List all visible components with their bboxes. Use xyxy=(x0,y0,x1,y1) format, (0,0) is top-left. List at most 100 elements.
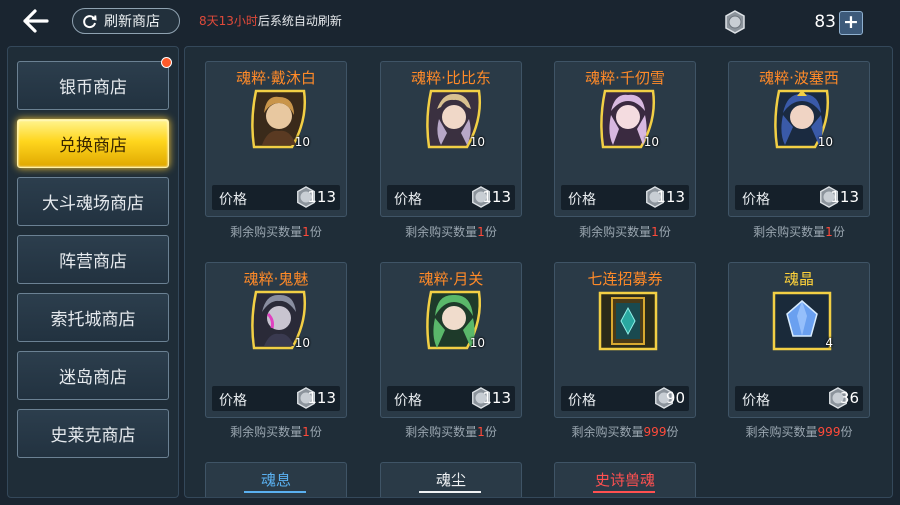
price-label: 价格 xyxy=(742,192,770,208)
price-value: 113 xyxy=(656,188,685,206)
remaining-count: 1 xyxy=(302,425,310,439)
remaining-prefix: 剩余购买数量 xyxy=(405,225,478,239)
sidebar-item-island-shop[interactable]: 迷岛商店 xyxy=(17,351,169,400)
shop-item-card[interactable]: 魂粹·比比东 10 价格 113 xyxy=(380,61,522,217)
sidebar-item-exchange-shop[interactable]: 兑换商店 xyxy=(17,119,169,168)
sidebar-item-faction-shop[interactable]: 阵营商店 xyxy=(17,235,169,284)
remaining-count: 999 xyxy=(643,425,667,439)
currency-amount: 83 xyxy=(814,12,836,32)
remaining-quantity: 剩余购买数量1份 xyxy=(544,223,706,240)
price-bar: 价格 90 xyxy=(561,386,689,411)
shop-item-card[interactable]: 魂粹·波塞西 10 价格 113 xyxy=(728,61,870,217)
item-quantity: 4 xyxy=(825,336,833,350)
hero-portrait-daimubai-icon: 10 xyxy=(248,89,310,151)
sidebar-item-label: 阵营商店 xyxy=(59,252,127,272)
remaining-prefix: 剩余购买数量 xyxy=(571,425,644,439)
price-bar: 价格 113 xyxy=(387,386,515,411)
shop-item-card[interactable]: 史诗兽魂 xyxy=(554,462,696,497)
item-name: 魂尘 xyxy=(435,471,466,489)
price-value: 36 xyxy=(839,389,859,407)
remaining-suffix: 份 xyxy=(658,225,671,239)
item-quantity: 10 xyxy=(469,336,485,350)
item-name: 魂粹·千仞雪 xyxy=(585,69,665,87)
price-value: 113 xyxy=(482,188,511,206)
sidebar-item-label: 史莱克商店 xyxy=(50,426,136,446)
shop-item-card[interactable]: 七连招募券 价格 90 xyxy=(554,262,696,418)
remaining-suffix: 份 xyxy=(484,225,497,239)
remaining-prefix: 剩余购买数量 xyxy=(230,425,303,439)
price-value: 113 xyxy=(307,188,336,206)
notification-dot xyxy=(161,57,172,68)
refresh-shop-button[interactable]: 刷新商店 xyxy=(72,8,180,34)
remaining-quantity: 剩余购买数量1份 xyxy=(718,223,880,240)
sidebar-item-sotuo-shop[interactable]: 索托城商店 xyxy=(17,293,169,342)
recruit-ticket-icon xyxy=(597,290,659,352)
remaining-suffix: 份 xyxy=(666,425,679,439)
shop-item-card[interactable]: 魂粹·月关 10 价格 113 xyxy=(380,262,522,418)
remaining-prefix: 剩余购买数量 xyxy=(579,225,652,239)
item-quantity: 10 xyxy=(469,135,485,149)
shop-item-grid: 魂粹·戴沐白 10 价格 113 剩余购买数量1份 魂粹·比比东 10 价格 1… xyxy=(184,46,893,498)
price-value: 113 xyxy=(830,188,859,206)
remaining-count: 999 xyxy=(817,425,841,439)
silver-coin-icon xyxy=(725,10,745,34)
hero-portrait-bibidong-icon: 10 xyxy=(423,89,485,151)
remaining-quantity: 剩余购买数量999份 xyxy=(544,423,706,440)
price-bar: 价格 113 xyxy=(735,185,863,210)
shop-item-card[interactable]: 魂粹·千仞雪 10 价格 113 xyxy=(554,61,696,217)
item-name: 魂粹·月关 xyxy=(418,270,484,288)
sidebar-item-arena-shop[interactable]: 大斗魂场商店 xyxy=(17,177,169,226)
item-quantity: 10 xyxy=(294,336,310,350)
item-name: 魂粹·鬼魅 xyxy=(243,270,309,288)
remaining-suffix: 份 xyxy=(832,225,845,239)
sidebar-item-shrek-shop[interactable]: 史莱克商店 xyxy=(17,409,169,458)
remaining-count: 1 xyxy=(651,225,659,239)
sidebar-item-silver-shop[interactable]: 银币商店 xyxy=(17,57,172,110)
shop-item-card[interactable]: 魂粹·鬼魅 10 价格 113 xyxy=(205,262,347,418)
remaining-quantity: 剩余购买数量1份 xyxy=(195,423,357,440)
sidebar-item-label: 大斗魂场商店 xyxy=(42,194,144,214)
price-bar: 价格 113 xyxy=(561,185,689,210)
price-label: 价格 xyxy=(568,192,596,208)
shop-item-card[interactable]: 魂尘 xyxy=(380,462,522,497)
price-value: 90 xyxy=(665,389,685,407)
auto-refresh-countdown: 8天13小时后系统自动刷新 xyxy=(199,12,342,29)
item-name: 魂粹·波塞西 xyxy=(759,69,839,87)
item-name: 史诗兽魂 xyxy=(594,471,655,489)
price-bar: 价格 36 xyxy=(735,386,863,411)
item-name: 魂晶 xyxy=(783,270,814,288)
remaining-prefix: 剩余购买数量 xyxy=(753,225,826,239)
name-underline xyxy=(593,491,655,493)
add-currency-button[interactable]: + xyxy=(839,11,863,35)
item-name: 魂粹·戴沐白 xyxy=(236,69,316,87)
hero-portrait-bosaixi-icon: 10 xyxy=(771,89,833,151)
hero-portrait-guimei-icon: 10 xyxy=(248,290,310,352)
shop-item-card[interactable]: 魂晶 4 价格 36 xyxy=(728,262,870,418)
refresh-icon xyxy=(83,14,97,28)
sidebar-item-label: 索托城商店 xyxy=(50,310,136,330)
remaining-count: 1 xyxy=(477,225,485,239)
soul-crystal-icon: 4 xyxy=(771,290,833,352)
sidebar-item-label: 兑换商店 xyxy=(59,136,127,156)
price-label: 价格 xyxy=(742,393,770,409)
remaining-suffix: 份 xyxy=(309,225,322,239)
remaining-quantity: 剩余购买数量999份 xyxy=(718,423,880,440)
top-bar: 刷新商店 8天13小时后系统自动刷新 83 + xyxy=(0,0,900,42)
back-arrow-icon[interactable] xyxy=(20,6,50,36)
shop-item-card[interactable]: 魂息 xyxy=(205,462,347,497)
item-name: 七连招募券 xyxy=(587,270,663,288)
hero-portrait-yueguan-icon: 10 xyxy=(423,290,485,352)
name-underline xyxy=(244,491,306,493)
name-underline xyxy=(419,491,481,493)
shop-item-card[interactable]: 魂粹·戴沐白 10 价格 113 xyxy=(205,61,347,217)
item-name: 魂息 xyxy=(260,471,291,489)
remaining-count: 1 xyxy=(477,425,485,439)
countdown-text: 后系统自动刷新 xyxy=(257,14,342,28)
hero-portrait-qianrenxue-icon: 10 xyxy=(597,89,659,151)
sidebar-item-label: 银币商店 xyxy=(59,78,127,98)
remaining-quantity: 剩余购买数量1份 xyxy=(195,223,357,240)
item-name: 魂粹·比比东 xyxy=(411,69,491,87)
remaining-prefix: 剩余购买数量 xyxy=(745,425,818,439)
refresh-shop-label: 刷新商店 xyxy=(104,14,160,30)
remaining-prefix: 剩余购买数量 xyxy=(405,425,478,439)
